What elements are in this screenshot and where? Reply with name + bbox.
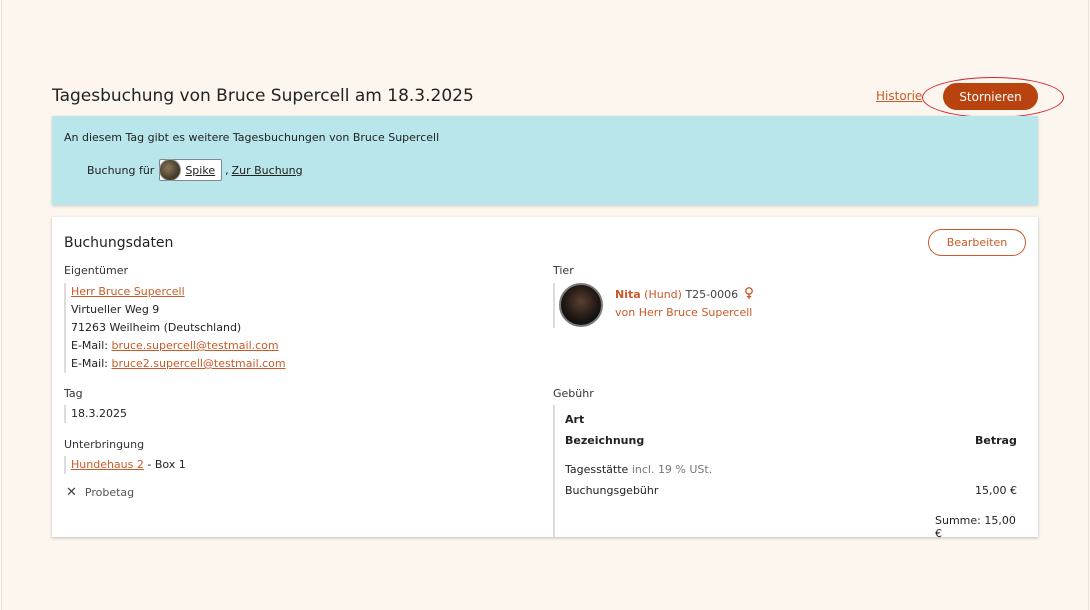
- female-icon: [744, 287, 753, 299]
- fees-item-name: Buchungsgebühr: [565, 484, 659, 497]
- animal-block[interactable]: Nita (Hund) T25-0006 von Herr Bruce Supe…: [553, 283, 754, 328]
- pet-chip-name: Spike: [185, 163, 216, 177]
- day-value: 18.3.2025: [64, 405, 127, 423]
- email-label-2: E-Mail:: [71, 357, 108, 370]
- animal-info: Nita (Hund) T25-0006 von Herr Bruce Supe…: [615, 286, 754, 322]
- card-title: Buchungsdaten: [64, 235, 174, 251]
- fees-total: Summe: 15,00 €: [935, 514, 1016, 537]
- fees-art-header: Art: [565, 413, 585, 426]
- edit-button[interactable]: Bearbeiten: [928, 229, 1026, 256]
- email-link-1[interactable]: bruce.supercell@testmail.com: [111, 339, 278, 352]
- animal-name[interactable]: Nita: [615, 288, 641, 301]
- day-label: Tag: [64, 387, 83, 400]
- trial-day: ✕ Probetag: [66, 485, 134, 500]
- animal-owner[interactable]: von Herr Bruce Supercell: [615, 304, 754, 322]
- housing-label: Unterbringung: [64, 438, 145, 451]
- owner-label: Eigentümer: [64, 264, 129, 277]
- owner-street: Virtueller Weg 9: [71, 303, 160, 316]
- other-booking-line: Buchung für Spike , Zur Buchung: [87, 158, 303, 181]
- booking-data-card: Buchungsdaten Bearbeiten Eigentümer Herr…: [52, 217, 1038, 537]
- owner-block: Herr Bruce Supercell Virtueller Weg 9 71…: [64, 283, 286, 373]
- history-link[interactable]: Historie: [876, 89, 922, 103]
- goto-booking-link[interactable]: Zur Buchung: [232, 164, 303, 177]
- housing-block: Hundehaus 2 - Box 1: [64, 456, 186, 474]
- info-banner: An diesem Tag gibt es weitere Tagesbuchu…: [52, 116, 1038, 205]
- separator: ,: [225, 163, 229, 177]
- trial-day-label: Probetag: [84, 486, 135, 499]
- fees-category: Tagesstätte: [565, 463, 629, 476]
- animal-label: Tier: [553, 264, 574, 277]
- fees-category-note: incl. 19 % USt.: [631, 463, 713, 476]
- animal-species: (Hund): [644, 288, 682, 301]
- cancel-booking-button[interactable]: Stornieren: [943, 83, 1038, 110]
- page-title: Tagesbuchung von Bruce Supercell am 18.3…: [52, 86, 474, 106]
- x-icon: ✕: [66, 485, 77, 500]
- housing-box: - Box 1: [147, 458, 186, 471]
- fees-category-row: Tagesstätte incl. 19 % USt.: [565, 463, 712, 476]
- info-banner-text: An diesem Tag gibt es weitere Tagesbuchu…: [64, 131, 440, 144]
- fees-amount-header: Betrag: [975, 434, 1017, 447]
- booking-prefix: Buchung für: [87, 163, 155, 177]
- animal-id: T25-0006: [685, 288, 739, 301]
- owner-city: 71263 Weilheim (Deutschland): [71, 321, 242, 334]
- fees-item-amount: 15,00 €: [975, 484, 1017, 497]
- pet-chip-spike[interactable]: Spike: [159, 158, 223, 181]
- owner-name-link[interactable]: Herr Bruce Supercell: [71, 285, 185, 298]
- animal-photo: [559, 283, 603, 327]
- email-label: E-Mail:: [71, 339, 108, 352]
- pet-avatar: [159, 158, 182, 181]
- fees-desc-header: Bezeichnung: [565, 434, 645, 447]
- email-link-2[interactable]: bruce2.supercell@testmail.com: [111, 357, 285, 370]
- fees-table: Art Bezeichnung Betrag Tagesstätte incl.…: [553, 405, 1023, 537]
- fees-label: Gebühr: [553, 387, 594, 400]
- housing-link[interactable]: Hundehaus 2: [71, 458, 144, 471]
